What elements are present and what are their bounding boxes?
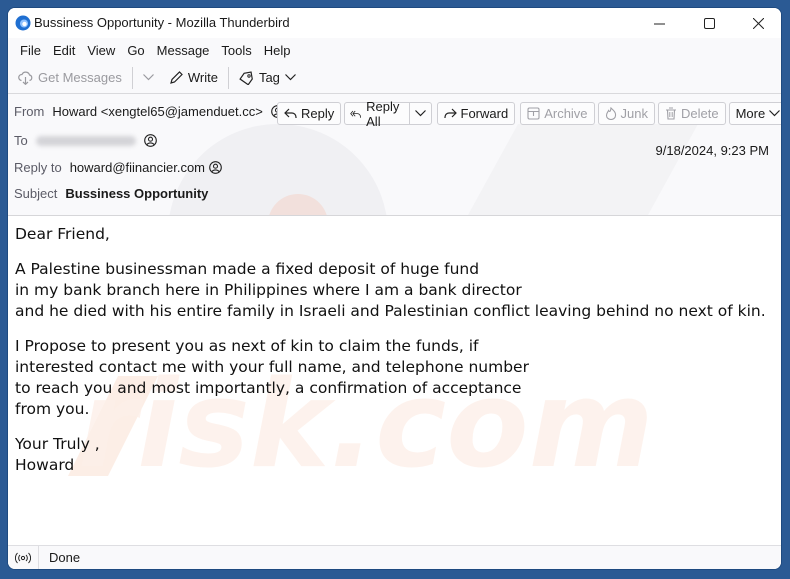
reply-icon [284, 108, 297, 118]
subject-value: Bussiness Opportunity [65, 186, 209, 201]
maximize-button[interactable] [686, 8, 732, 38]
status-text: Done [49, 550, 81, 565]
message-date: 9/18/2024, 9:23 PM [655, 143, 769, 158]
forward-button[interactable]: Forward [436, 102, 516, 125]
contact-icon[interactable] [209, 161, 222, 174]
close-button[interactable] [735, 8, 781, 38]
close-icon [752, 17, 764, 29]
subject-label: Subject [14, 186, 58, 201]
paragraph-1: A Palestine businessman made a fixed dep… [15, 260, 766, 320]
message-body: risk.com Dear Friend, A Palestine busine… [8, 216, 781, 546]
more-label: More [735, 106, 766, 121]
reply-to-label: Reply to [14, 160, 62, 175]
closing: Your Truly , Howard [15, 435, 100, 474]
title-bar: Bussiness Opportunity - Mozilla Thunderb… [8, 8, 781, 38]
tag-icon [239, 70, 253, 85]
window-title: Bussiness Opportunity - Mozilla Thunderb… [34, 15, 290, 30]
reply-to-row: Reply to howard@fiinancier.com [14, 160, 222, 175]
delete-button[interactable]: Delete [658, 102, 726, 125]
main-toolbar: Get Messages Write Tag [8, 62, 781, 94]
reply-all-dropdown[interactable] [410, 103, 431, 124]
get-messages-label: Get Messages [38, 70, 122, 85]
menu-go[interactable]: Go [121, 43, 150, 58]
reply-all-label: Reply All [366, 98, 400, 129]
reply-all-split-button: Reply All [344, 99, 432, 129]
more-button[interactable]: More [728, 102, 781, 125]
junk-flame-icon [605, 107, 616, 120]
reply-button[interactable]: Reply [277, 102, 342, 125]
toolbar-separator [131, 66, 133, 89]
forward-icon [443, 108, 457, 118]
to-label: To [14, 133, 28, 148]
to-row: To [14, 133, 157, 148]
menu-bar: File Edit View Go Message Tools Help [8, 38, 781, 62]
write-label: Write [187, 70, 218, 85]
message-header: From Howard <xengtel65@jamenduet.cc> To … [8, 94, 781, 216]
menu-file[interactable]: File [14, 43, 47, 58]
menu-message[interactable]: Message [151, 43, 216, 58]
greeting: Dear Friend, [15, 225, 110, 243]
reply-all-button[interactable]: Reply All [345, 99, 408, 129]
reply-all-icon [350, 110, 362, 118]
forward-label: Forward [460, 106, 509, 121]
get-messages-dropdown[interactable] [137, 66, 160, 90]
menu-tools[interactable]: Tools [215, 43, 257, 58]
reply-to-value[interactable]: howard@fiinancier.com [70, 160, 205, 175]
paragraph-2: I Propose to present you as next of kin … [15, 337, 529, 418]
junk-button[interactable]: Junk [597, 102, 656, 125]
connection-status-icon[interactable] [8, 546, 39, 569]
write-button[interactable]: Write [164, 66, 224, 90]
chevron-down-icon [142, 74, 154, 81]
junk-label: Junk [620, 106, 649, 121]
contact-icon[interactable] [143, 134, 157, 147]
from-value[interactable]: Howard <xengtel65@jamenduet.cc> [52, 104, 263, 119]
status-bar: Done [8, 545, 781, 569]
to-value-redacted [35, 135, 136, 146]
chevron-down-icon [414, 110, 426, 117]
archive-label: Archive [544, 106, 588, 121]
thunderbird-logo-icon [15, 15, 31, 31]
pencil-icon [169, 71, 183, 84]
subject-row: Subject Bussiness Opportunity [14, 186, 208, 201]
archive-button[interactable]: Archive [520, 102, 595, 125]
maximize-icon [703, 17, 715, 29]
thunderbird-window: Bussiness Opportunity - Mozilla Thunderb… [8, 8, 781, 569]
menu-edit[interactable]: Edit [47, 43, 81, 58]
tag-label: Tag [258, 70, 280, 85]
from-row: From Howard <xengtel65@jamenduet.cc> [14, 104, 284, 119]
trash-icon [666, 107, 677, 120]
menu-help[interactable]: Help [258, 43, 297, 58]
chevron-down-icon [769, 110, 781, 117]
delete-label: Delete [681, 106, 719, 121]
chevron-down-icon [284, 74, 296, 81]
cloud-download-icon [18, 71, 33, 85]
reply-label: Reply [301, 106, 335, 121]
tag-button[interactable]: Tag [233, 66, 302, 90]
minimize-button[interactable] [636, 8, 682, 38]
minimize-icon [653, 23, 665, 24]
menu-view[interactable]: View [81, 43, 121, 58]
get-messages-button[interactable]: Get Messages [12, 66, 128, 90]
from-label: From [14, 104, 45, 119]
toolbar-separator [227, 66, 229, 89]
archive-icon [527, 107, 540, 120]
header-action-buttons: Reply Reply All Forward Archive Junk Del… [277, 99, 781, 129]
